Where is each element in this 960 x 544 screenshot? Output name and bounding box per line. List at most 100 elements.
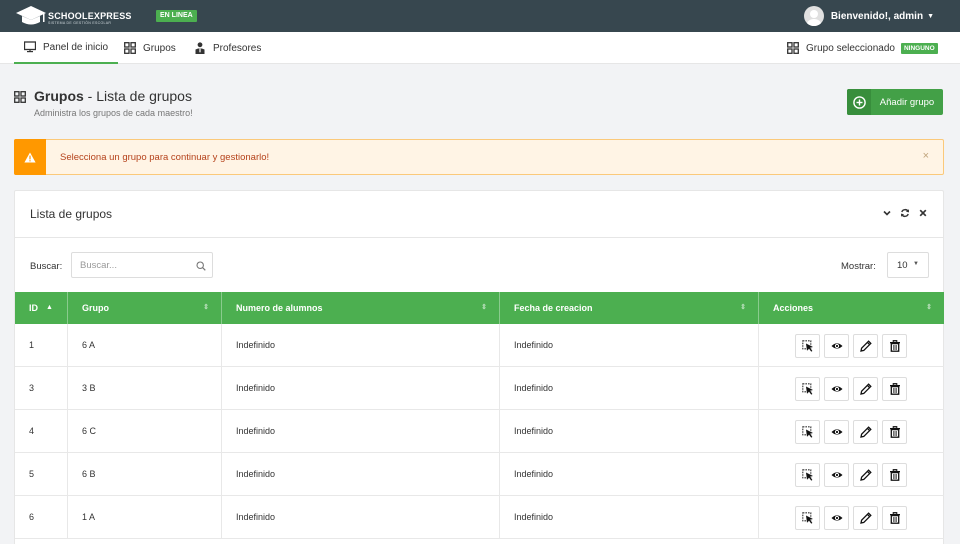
table-cell-grupo: 6 A [68, 324, 222, 367]
table-cell-alumnos: Indefinido [222, 496, 500, 539]
select-pointer-icon [801, 469, 814, 481]
nav-item-label: Panel de inicio [43, 41, 109, 53]
trash-button[interactable] [882, 506, 907, 530]
table-row[interactable]: 33 B Indefinido Indefinido [15, 367, 944, 410]
nav-item-label: Profesores [213, 42, 262, 54]
monitor-icon [23, 41, 37, 53]
nav-item-profesores[interactable]: Profesores [194, 32, 261, 64]
table-cell-grupo: 6 B [68, 453, 222, 496]
chevron-down-icon: ▼ [927, 12, 934, 20]
column-header-alumnos[interactable]: Numero de alumnos ⇕ [222, 292, 500, 324]
grid-icon [14, 91, 26, 103]
eye-button[interactable] [824, 377, 849, 401]
select-pointer-button[interactable] [795, 463, 820, 487]
nav-item-grupos[interactable]: Grupos [124, 32, 176, 64]
column-header-label: ID [29, 303, 38, 313]
table-cell-fecha: Indefinido [500, 324, 759, 367]
eye-button[interactable] [824, 334, 849, 358]
nav-item-panel-inicio[interactable]: Panel de inicio [14, 32, 119, 64]
sort-icon: ⇕ [926, 304, 932, 311]
search-field [71, 252, 213, 278]
search-icon[interactable] [196, 260, 206, 271]
select-pointer-icon [801, 383, 814, 395]
row-actions [795, 506, 907, 530]
table-cell-id: 3 [15, 367, 68, 410]
trash-icon [889, 512, 901, 524]
table-header: ID ▲ Grupo ⇕ Numero de alumnos ⇕ Fecha de c… [15, 292, 944, 324]
select-pointer-button[interactable] [795, 334, 820, 358]
table-cell-fecha: Indefinido [500, 410, 759, 453]
pencil-icon [859, 512, 872, 524]
column-header-grupo[interactable]: Grupo ⇕ [68, 292, 222, 324]
pencil-button[interactable] [853, 463, 878, 487]
trash-icon [889, 426, 901, 438]
panel-title: Lista de grupos [30, 207, 113, 221]
column-header-fecha[interactable]: Fecha de creacion ⇕ [500, 292, 759, 324]
warning-alert: Selecciona un grupo para continuar y ges… [14, 139, 944, 175]
close-icon[interactable]: × [923, 150, 929, 162]
page-subtitle: Administra los grupos de cada maestro! [34, 108, 193, 118]
chevron-down-icon: ▼ [913, 261, 919, 267]
sort-icon: ⇕ [481, 304, 487, 311]
select-pointer-button[interactable] [795, 377, 820, 401]
eye-icon [831, 469, 843, 481]
select-pointer-button[interactable] [795, 420, 820, 444]
eye-icon [831, 512, 843, 524]
column-header-label: Acciones [773, 303, 814, 313]
select-pointer-icon [801, 426, 814, 438]
groups-panel: Lista de grupos Buscar: Mostrar: 10 ▼ ID… [14, 190, 944, 544]
column-header-id[interactable]: ID ▲ [15, 292, 68, 324]
pencil-button[interactable] [853, 420, 878, 444]
alert-message: Selecciona un grupo para continuar y ges… [60, 152, 270, 163]
trash-button[interactable] [882, 377, 907, 401]
user-menu[interactable]: Bienvenido!, admin ▼ [803, 6, 934, 26]
table-cell-alumnos: Indefinido [222, 367, 500, 410]
table-cell-alumnos: Indefinido [222, 453, 500, 496]
column-header-acciones[interactable]: Acciones ⇕ [759, 292, 944, 324]
table-cell-alumnos: Indefinido [222, 324, 500, 367]
table-cell-alumnos: Indefinido [222, 410, 500, 453]
refresh-icon[interactable] [900, 207, 910, 218]
trash-button[interactable] [882, 420, 907, 444]
sort-icon: ⇕ [740, 304, 746, 311]
pencil-button[interactable] [853, 334, 878, 358]
eye-button[interactable] [824, 506, 849, 530]
pencil-button[interactable] [853, 377, 878, 401]
close-icon[interactable] [918, 207, 928, 217]
column-header-label: Numero de alumnos [236, 303, 323, 313]
eye-button[interactable] [824, 420, 849, 444]
table-cell-fecha: Indefinido [500, 496, 759, 539]
table-row[interactable]: 16 A Indefinido Indefinido [15, 324, 944, 367]
graduation-cap-icon [16, 6, 46, 25]
app-logo[interactable]: SCHOOLEXPRESS SISTEMA DE GESTIÓN ESCOLAR [16, 5, 131, 28]
collapse-chevron-icon[interactable] [882, 207, 892, 217]
add-group-label: Añadir grupo [879, 96, 935, 108]
trash-icon [889, 383, 901, 395]
table-row[interactable]: 56 B Indefinido Indefinido [15, 453, 944, 496]
sort-icon: ⇕ [203, 304, 209, 311]
page-title-rest: - Lista de grupos [83, 88, 192, 104]
pencil-icon [859, 340, 872, 352]
search-input[interactable] [72, 253, 192, 277]
table-row[interactable]: 46 C Indefinido Indefinido [15, 410, 944, 453]
row-actions [795, 420, 907, 444]
trash-button[interactable] [882, 463, 907, 487]
pencil-button[interactable] [853, 506, 878, 530]
page-size-select[interactable]: 10 ▼ [887, 252, 929, 278]
select-pointer-button[interactable] [795, 506, 820, 530]
page-size-value: 10 [897, 260, 908, 271]
trash-button[interactable] [882, 334, 907, 358]
add-group-button[interactable]: Añadir grupo [847, 89, 943, 115]
nav-item-label: Grupos [143, 42, 176, 54]
select-pointer-icon [801, 340, 814, 352]
grid-icon [787, 42, 799, 54]
table-cell-grupo: 6 C [68, 410, 222, 453]
selected-group-indicator[interactable]: Grupo seleccionado NINGUNO [787, 32, 938, 64]
eye-button[interactable] [824, 463, 849, 487]
column-header-label: Fecha de creacion [514, 303, 593, 313]
trash-icon [889, 469, 901, 481]
search-label: Buscar: [30, 261, 63, 272]
eye-icon [831, 340, 843, 352]
avatar [803, 6, 824, 26]
table-row[interactable]: 61 A Indefinido Indefinido [15, 496, 944, 539]
